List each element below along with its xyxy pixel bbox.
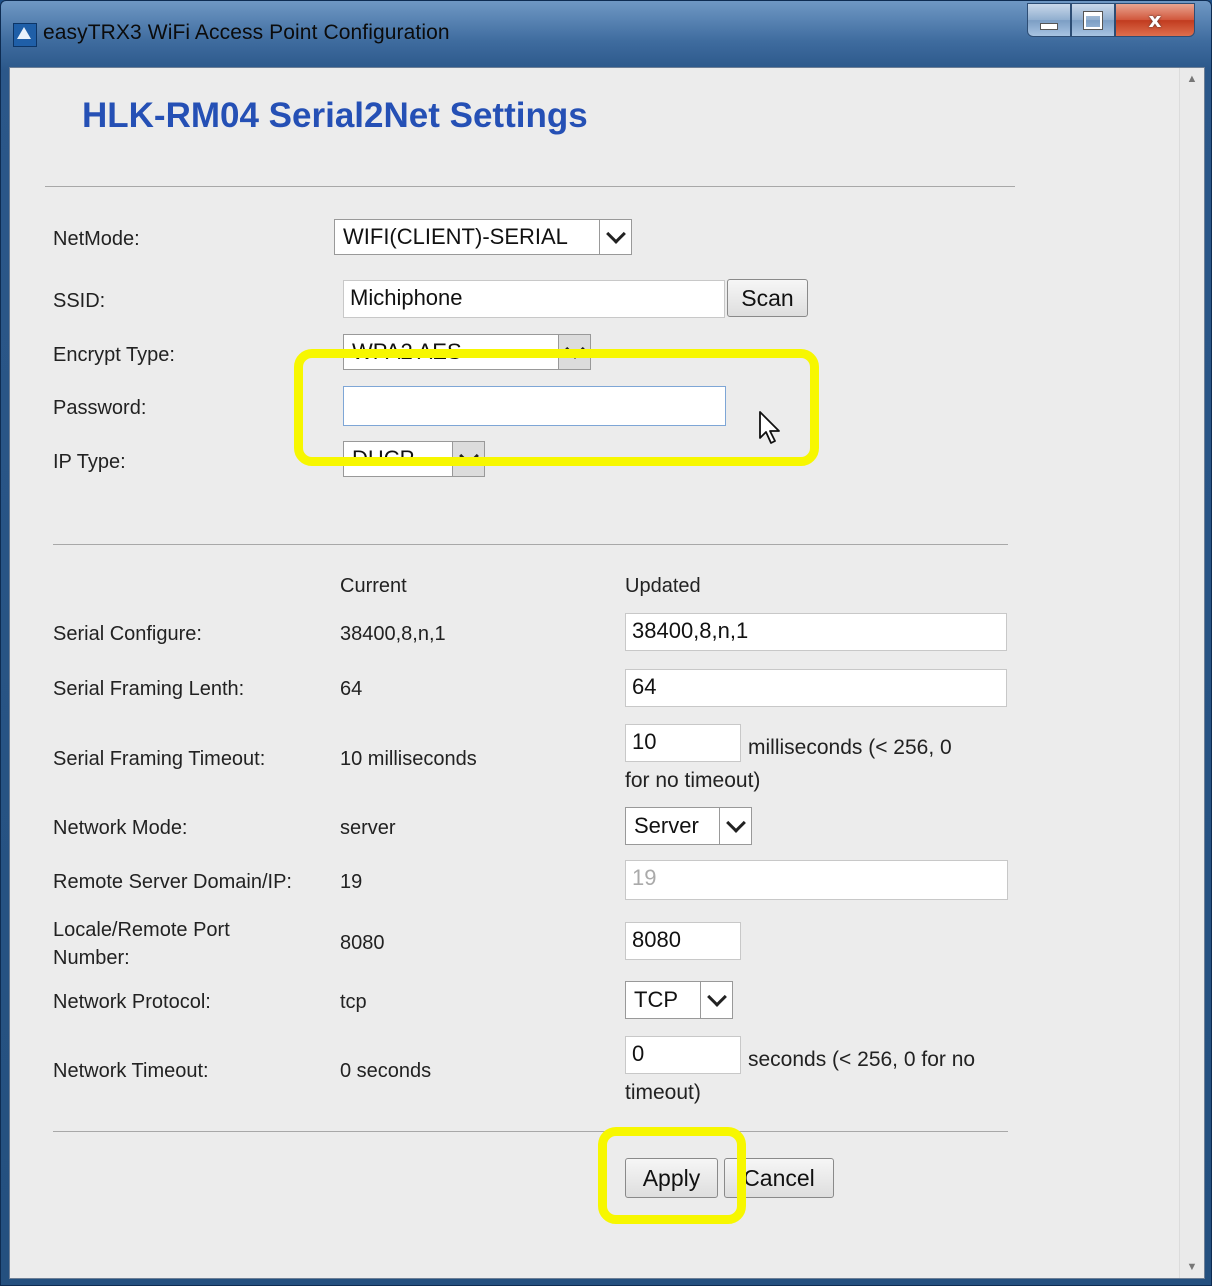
network-protocol-select[interactable]: TCP <box>625 981 733 1019</box>
close-icon: x <box>1148 8 1162 32</box>
window-title: easyTRX3 WiFi Access Point Configuration <box>43 21 450 44</box>
caption-buttons: x <box>1027 3 1195 39</box>
port-number-input[interactable]: 8080 <box>625 922 741 960</box>
network-protocol-value: TCP <box>634 987 678 1012</box>
network-timeout-input[interactable]: 0 <box>625 1036 741 1074</box>
scan-button[interactable]: Scan <box>727 279 808 317</box>
serial-configure-current: 38400,8,n,1 <box>340 623 446 645</box>
divider-top <box>45 186 1015 187</box>
netmode-select[interactable]: WIFI(CLIENT)-SERIAL <box>334 219 632 255</box>
network-protocol-label: Network Protocol: <box>53 991 211 1013</box>
chevron-down-icon <box>700 982 732 1018</box>
port-number-label: Locale/Remote Port Number: <box>53 916 230 972</box>
network-timeout-label: Network Timeout: <box>53 1060 209 1082</box>
netmode-label: NetMode: <box>53 228 140 250</box>
serial-framing-length-current: 64 <box>340 678 363 700</box>
network-mode-current: server <box>340 817 396 839</box>
minimize-button[interactable] <box>1027 3 1071 37</box>
maximize-icon <box>1083 10 1103 30</box>
serial-framing-timeout-input[interactable]: 10 <box>625 724 741 762</box>
vertical-scrollbar[interactable]: ▲ ▼ <box>1179 68 1204 1278</box>
serial-framing-timeout-note-2: for no timeout) <box>625 769 761 792</box>
chevron-down-icon <box>719 808 751 844</box>
serial-framing-length-label: Serial Framing Lenth: <box>53 678 245 700</box>
client-area: ▲ ▼ HLK-RM04 Serial2Net Settings NetMode… <box>9 67 1205 1279</box>
maximize-button[interactable] <box>1071 3 1115 37</box>
password-label: Password: <box>53 397 147 419</box>
port-number-label-line2: Number: <box>53 947 130 969</box>
column-header-updated: Updated <box>625 575 701 597</box>
remote-server-input[interactable]: 19 <box>625 860 1008 900</box>
scroll-down-icon[interactable]: ▼ <box>1180 1256 1204 1278</box>
network-mode-value: Server <box>634 813 699 838</box>
app-icon <box>13 23 37 47</box>
title-bar[interactable]: easyTRX3 WiFi Access Point Configuration… <box>1 1 1211 67</box>
highlight-apply <box>598 1127 746 1224</box>
divider-middle <box>53 544 1008 545</box>
network-protocol-current: tcp <box>340 991 367 1013</box>
network-mode-select[interactable]: Server <box>625 807 752 845</box>
network-mode-label: Network Mode: <box>53 817 188 839</box>
column-header-current: Current <box>340 575 407 597</box>
serial-framing-timeout-label: Serial Framing Timeout: <box>53 748 266 770</box>
network-timeout-current: 0 seconds <box>340 1060 432 1082</box>
network-timeout-note-1: seconds (< 256, 0 for no <box>748 1048 976 1071</box>
serial-configure-input[interactable]: 38400,8,n,1 <box>625 613 1007 651</box>
netmode-value: WIFI(CLIENT)-SERIAL <box>343 224 568 249</box>
divider-bottom <box>53 1131 1008 1132</box>
serial-framing-length-input[interactable]: 64 <box>625 669 1007 707</box>
app-window: easyTRX3 WiFi Access Point Configuration… <box>0 0 1212 1286</box>
close-button[interactable]: x <box>1115 3 1195 37</box>
network-timeout-note-2: timeout) <box>625 1081 701 1104</box>
chevron-down-icon <box>599 220 631 254</box>
port-number-label-line1: Locale/Remote Port <box>53 919 230 941</box>
ssid-label: SSID: <box>53 290 106 312</box>
remote-server-label: Remote Server Domain/IP: <box>53 871 292 893</box>
ssid-input[interactable]: Michiphone <box>343 280 725 318</box>
serial-configure-label: Serial Configure: <box>53 623 202 645</box>
minimize-icon <box>1040 22 1058 30</box>
highlight-password <box>294 349 819 466</box>
scroll-up-icon[interactable]: ▲ <box>1180 68 1204 90</box>
mouse-cursor-icon <box>759 411 780 444</box>
ip-type-label: IP Type: <box>53 451 126 473</box>
remote-server-current: 19 <box>340 871 363 893</box>
port-number-current: 8080 <box>340 932 385 954</box>
serial-framing-timeout-current: 10 milliseconds <box>340 748 477 770</box>
serial-framing-timeout-note-1: milliseconds (< 256, 0 <box>748 736 952 759</box>
page-title: HLK-RM04 Serial2Net Settings <box>82 96 588 135</box>
encrypt-type-label: Encrypt Type: <box>53 344 175 366</box>
